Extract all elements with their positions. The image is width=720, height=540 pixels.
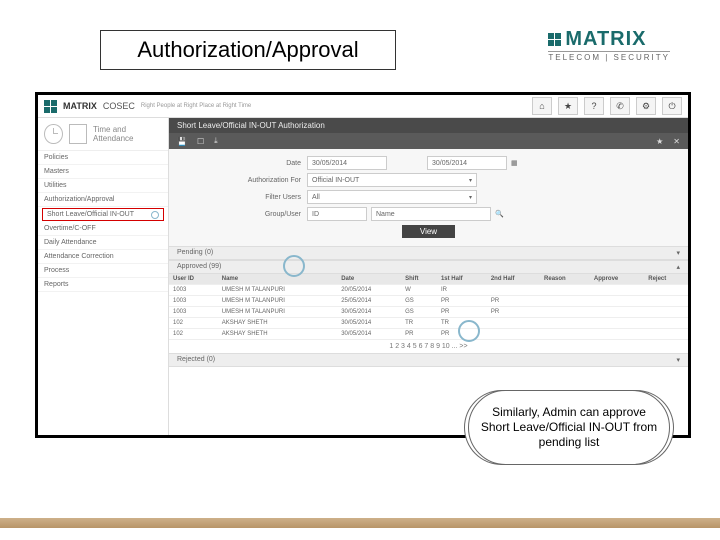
filter-users-select[interactable]: All	[307, 190, 477, 204]
sidebar-item-reports[interactable]: Reports	[38, 278, 168, 292]
section-rejected[interactable]: Rejected (0)▾	[169, 353, 688, 367]
sidebar-item-authorization[interactable]: Authorization/Approval	[38, 193, 168, 207]
sidebar: Time and Attendance Policies Masters Uti…	[38, 118, 169, 435]
section-approved[interactable]: Approved (99)▴	[169, 260, 688, 274]
app-screenshot: MATRIX COSEC Right People at Right Place…	[35, 92, 691, 438]
page-title-bar: Short Leave/Official IN-OUT Authorizatio…	[169, 118, 688, 133]
calendar-icon	[69, 124, 88, 144]
sidebar-item-masters[interactable]: Masters	[38, 165, 168, 179]
page-title: Short Leave/Official IN-OUT Authorizatio…	[177, 121, 325, 130]
table-row[interactable]: 1003UMESH M TALANPURI20/05/2014WIR	[169, 285, 688, 296]
brand-logo: MATRIX TELECOM | SECURITY	[548, 28, 670, 62]
export-icon[interactable]: ⤓	[214, 136, 218, 146]
sidebar-item-overtime[interactable]: Overtime/C-OFF	[38, 222, 168, 236]
annotation-circle	[283, 255, 305, 277]
col-2ndhalf: 2nd Half	[487, 274, 540, 285]
app-header: MATRIX COSEC Right People at Right Place…	[38, 95, 688, 118]
save-icon[interactable]: 💾	[177, 137, 187, 146]
logo-icon	[548, 33, 561, 46]
slide-title: Authorization/Approval	[100, 30, 396, 70]
star-toolbar-icon[interactable]: ★	[656, 137, 663, 146]
app-tagline: Right People at Right Place at Right Tim…	[141, 103, 251, 109]
date-from-input[interactable]: 30/05/2014	[307, 156, 387, 170]
col-shift: Shift	[401, 274, 437, 285]
col-date: Date	[337, 274, 401, 285]
chevron-up-icon: ▴	[676, 263, 680, 271]
logo-sub: TELECOM | SECURITY	[548, 51, 670, 62]
settings-icon[interactable]: ⚙	[636, 97, 656, 115]
toolbar: 💾 ☐ ⤓ ★ ✕	[169, 133, 688, 149]
chevron-down-icon: ▾	[676, 356, 680, 364]
sidebar-item-process[interactable]: Process	[38, 264, 168, 278]
chevron-down-icon: ▾	[676, 249, 680, 257]
group-id-input[interactable]: ID	[307, 207, 367, 221]
help-icon[interactable]: ?	[584, 97, 604, 115]
pagination[interactable]: 1 2 3 4 5 6 7 8 9 10 ... >>	[169, 340, 688, 353]
app-brand: MATRIX	[63, 101, 97, 111]
sidebar-title: Time and Attendance	[93, 125, 162, 143]
sidebar-item-daily-attendance[interactable]: Daily Attendance	[38, 236, 168, 250]
table-row[interactable]: 1003UMESH M TALANPURI30/05/2014GSPRPR	[169, 307, 688, 318]
home-icon[interactable]: ⌂	[532, 97, 552, 115]
close-icon[interactable]: ✕	[673, 137, 680, 146]
footer-stripe	[0, 518, 720, 528]
col-name: Name	[218, 274, 337, 285]
table-header-row: User ID Name Date Shift 1st Half 2nd Hal…	[169, 274, 688, 285]
main-panel: Short Leave/Official IN-OUT Authorizatio…	[169, 118, 688, 435]
filter-users-label: Filter Users	[181, 194, 307, 201]
filter-form: Date 30/05/2014 30/05/2014 ▦ Authorizati…	[169, 149, 688, 246]
clock-icon	[44, 124, 63, 144]
annotation-callout: Similarly, Admin can approve Short Leave…	[468, 390, 670, 465]
col-1sthalf: 1st Half	[437, 274, 487, 285]
date-picker-icon[interactable]: ▦	[511, 159, 518, 167]
date-to-input[interactable]: 30/05/2014	[427, 156, 507, 170]
sidebar-item-policies[interactable]: Policies	[38, 151, 168, 165]
col-approve: Approve	[590, 274, 644, 285]
app-product: COSEC	[103, 101, 135, 111]
date-label: Date	[181, 160, 307, 167]
auth-for-select[interactable]: Official IN-OUT	[307, 173, 477, 187]
col-reject: Reject	[644, 274, 688, 285]
col-reason: Reason	[540, 274, 590, 285]
power-icon[interactable]: ⏻	[662, 97, 682, 115]
logo-text: MATRIX	[565, 28, 646, 51]
table-row[interactable]: 102AKSHAY SHETH30/05/2014TRTR	[169, 318, 688, 329]
lookup-icon[interactable]: 🔍	[495, 210, 504, 218]
section-pending[interactable]: Pending (0)▾	[169, 246, 688, 260]
table-row[interactable]: 1003UMESH M TALANPURI25/05/2014GSPRPR	[169, 296, 688, 307]
group-name-input[interactable]: Name	[371, 207, 491, 221]
col-userid: User ID	[169, 274, 218, 285]
star-icon[interactable]: ★	[558, 97, 578, 115]
sidebar-item-utilities[interactable]: Utilities	[38, 179, 168, 193]
auth-for-label: Authorization For	[181, 177, 307, 184]
app-logo-icon	[44, 100, 57, 113]
table-row[interactable]: 102AKSHAY SHETH30/05/2014PRPR	[169, 329, 688, 340]
annotation-circle	[458, 320, 480, 342]
phone-icon[interactable]: ✆	[610, 97, 630, 115]
approved-table: User ID Name Date Shift 1st Half 2nd Hal…	[169, 274, 688, 340]
sidebar-item-attendance-correction[interactable]: Attendance Correction	[38, 250, 168, 264]
sidebar-item-short-leave[interactable]: Short Leave/Official IN-OUT	[42, 208, 164, 221]
group-user-label: Group/User	[181, 211, 307, 218]
view-button[interactable]: View	[402, 225, 455, 238]
clear-icon[interactable]: ☐	[197, 137, 204, 146]
